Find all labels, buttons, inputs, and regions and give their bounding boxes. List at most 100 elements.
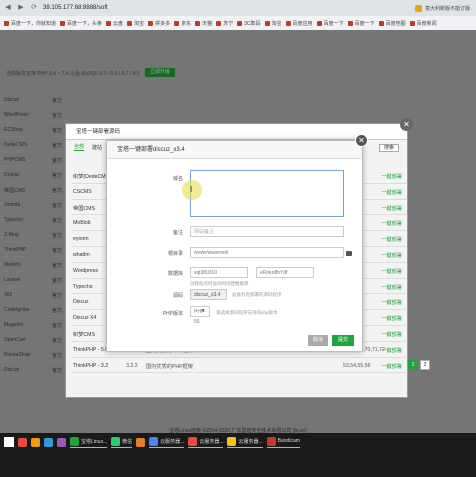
bookmark-item[interactable]: 云盘 <box>106 20 123 27</box>
bookmark-item[interactable]: 百度新闻 <box>409 20 437 27</box>
source-field: discuz_x3.4 <box>190 289 227 300</box>
deploy-link[interactable]: 一键部署 <box>381 347 402 354</box>
db-user-input[interactable]: sql380310 <box>190 267 248 278</box>
bookmark-item[interactable]: 天猫 <box>195 20 212 27</box>
app-php-versions: 53,54,55,56 <box>343 362 371 369</box>
dialog-close-icon[interactable]: ✕ <box>355 134 368 147</box>
bookmarks-bar: 百度一下，你就知道 百度一下，头条 云盘 淘宝 拼多多 京东 天猫 苏宁 3C数码 淘宝 百度应用 百… <box>0 16 476 30</box>
bookmark-label: 苏宁 <box>223 20 234 27</box>
extension-text[interactable]: 意大利新版不能订版 <box>425 5 470 12</box>
remark-input[interactable]: 网站备注 <box>190 226 344 237</box>
bookmark-item[interactable]: 百度一下 <box>347 20 375 27</box>
forward-icon[interactable]: ▶ <box>16 3 26 13</box>
app-icon <box>149 436 159 446</box>
chevron-down-icon[interactable]: ▾ <box>202 308 205 314</box>
deploy-link[interactable]: 一键部署 <box>381 220 402 227</box>
submit-button[interactable]: 提交 <box>332 335 354 346</box>
app-name: ThinkPHP - 5.0 <box>73 346 109 353</box>
taskbar: 宝塔Linux... 微信 云服务器... 云服务器... 云服务器... Bandica… <box>0 433 476 477</box>
bookmark-item[interactable]: 百度一下 <box>316 20 344 27</box>
bookmark-icon <box>216 20 222 26</box>
taskbar-app[interactable]: 云服务器... <box>188 436 224 448</box>
app-name: Discuz X4 <box>73 315 97 322</box>
taskbar-app[interactable] <box>18 437 27 447</box>
taskbar-app[interactable] <box>136 437 146 447</box>
page-button[interactable]: 2 <box>420 360 430 370</box>
app-name: Wordpress <box>73 267 98 274</box>
taskbar-app[interactable]: 微信 <box>111 436 133 448</box>
deploy-link[interactable]: 一键部署 <box>381 363 402 370</box>
deploy-link[interactable]: 一键部署 <box>381 252 402 259</box>
taskbar-app[interactable] <box>31 437 40 447</box>
taskbar-app[interactable]: Bandicam <box>266 436 300 448</box>
deploy-link[interactable]: 一键部署 <box>381 205 402 212</box>
domain-textarea[interactable] <box>190 170 344 217</box>
taskbar-app[interactable]: 云服务器... <box>227 436 263 448</box>
cancel-button[interactable]: 取消 <box>308 335 328 346</box>
bookmark-label: 淘宝 <box>271 20 282 27</box>
bookmark-item[interactable]: 百度地图 <box>378 20 406 27</box>
bookmark-icon <box>4 20 9 26</box>
bookmark-label: 百度一下 <box>323 20 344 27</box>
search-button[interactable]: 搜索 <box>379 144 399 152</box>
reload-icon[interactable]: ⟳ <box>29 3 39 13</box>
db-password-input[interactable]: eRokn8hYdf <box>256 267 314 278</box>
dialog-title: 宝塔一键部署discuz_x3.4 <box>107 141 362 159</box>
php-version-select[interactable]: PHP-56 <box>190 306 210 325</box>
bookmark-icon <box>316 20 322 26</box>
folder-icon[interactable] <box>346 251 352 256</box>
deploy-link[interactable]: 一键部署 <box>381 236 402 243</box>
category-tab[interactable]: 建站 <box>92 144 102 151</box>
root-dir-input[interactable]: /www/wwwroot/ <box>190 247 344 258</box>
app-name: CSCMS <box>73 188 92 195</box>
extension-area: 意大利新版不能订版 <box>414 4 476 12</box>
taskbar-app-label: 云服务器... <box>160 438 185 445</box>
url-field[interactable]: 39.105.177.68:8888/soft <box>43 5 108 11</box>
bookmark-label: 百度新闻 <box>416 20 437 27</box>
text-cursor-icon: I <box>190 185 193 194</box>
app-name: 织梦CMS <box>73 331 95 338</box>
extension-icon[interactable] <box>414 4 422 12</box>
bookmark-icon <box>195 20 201 26</box>
taskbar-app[interactable]: 宝塔Linux... <box>70 436 108 448</box>
taskbar-items: 宝塔Linux... 微信 云服务器... 云服务器... 云服务器... Bandica… <box>0 433 476 451</box>
deploy-link[interactable]: 一键部署 <box>381 315 402 322</box>
taskbar-app-label: 宝塔Linux... <box>81 438 108 445</box>
app-version: 3.2.3 <box>126 362 138 369</box>
category-tab[interactable]: 全部 <box>74 143 85 151</box>
taskbar-app[interactable]: 云服务器... <box>149 436 185 448</box>
bookmark-item[interactable]: 京东 <box>174 20 191 27</box>
bookmark-label: 拼多多 <box>155 20 171 27</box>
bookmark-label: 百度应用 <box>292 20 313 27</box>
bookmark-icon <box>174 20 180 26</box>
taskbar-app[interactable] <box>57 437 66 447</box>
deploy-link[interactable]: 一键部署 <box>381 331 402 338</box>
bookmark-item[interactable]: 拼多多 <box>148 20 170 27</box>
app-name: 帝国CMS <box>73 205 95 212</box>
taskbar-app[interactable] <box>44 437 53 447</box>
deploy-link[interactable]: 一键部署 <box>381 299 402 306</box>
bookmark-item[interactable]: 百度应用 <box>285 20 313 27</box>
deploy-link[interactable]: 一键部署 <box>381 173 402 180</box>
bookmark-item[interactable]: 淘宝 <box>127 20 144 27</box>
bookmark-icon <box>264 20 270 26</box>
bookmark-item[interactable]: 百度一下，头条 <box>60 20 102 27</box>
back-icon[interactable]: ◀ <box>3 3 13 13</box>
bookmark-item[interactable]: 淘宝 <box>264 20 282 27</box>
pagination: 12 <box>408 360 430 370</box>
deploy-link[interactable]: 一键部署 <box>381 284 402 291</box>
browser-chrome: ◀ ▶ ⟳ 39.105.177.68:8888/soft 意大利新版不能订版 … <box>0 0 476 30</box>
page-button[interactable]: 1 <box>408 360 418 370</box>
bookmark-item[interactable]: 3C数码 <box>237 20 261 27</box>
bookmark-icon <box>409 20 415 26</box>
bookmark-icon <box>60 20 66 26</box>
start-icon[interactable] <box>4 437 14 447</box>
bookmark-label: 百度一下，头条 <box>67 20 103 27</box>
bookmark-item[interactable]: 苏宁 <box>216 20 233 27</box>
taskbar-app-label: 云服务器... <box>199 438 224 445</box>
close-icon[interactable]: ✕ <box>400 118 413 131</box>
root-dir-label: 根目录 <box>167 251 183 257</box>
bookmark-item[interactable]: 百度一下，你就知道 <box>4 20 56 27</box>
deploy-link[interactable]: 一键部署 <box>381 189 402 196</box>
deploy-link[interactable]: 一键部署 <box>381 268 402 275</box>
